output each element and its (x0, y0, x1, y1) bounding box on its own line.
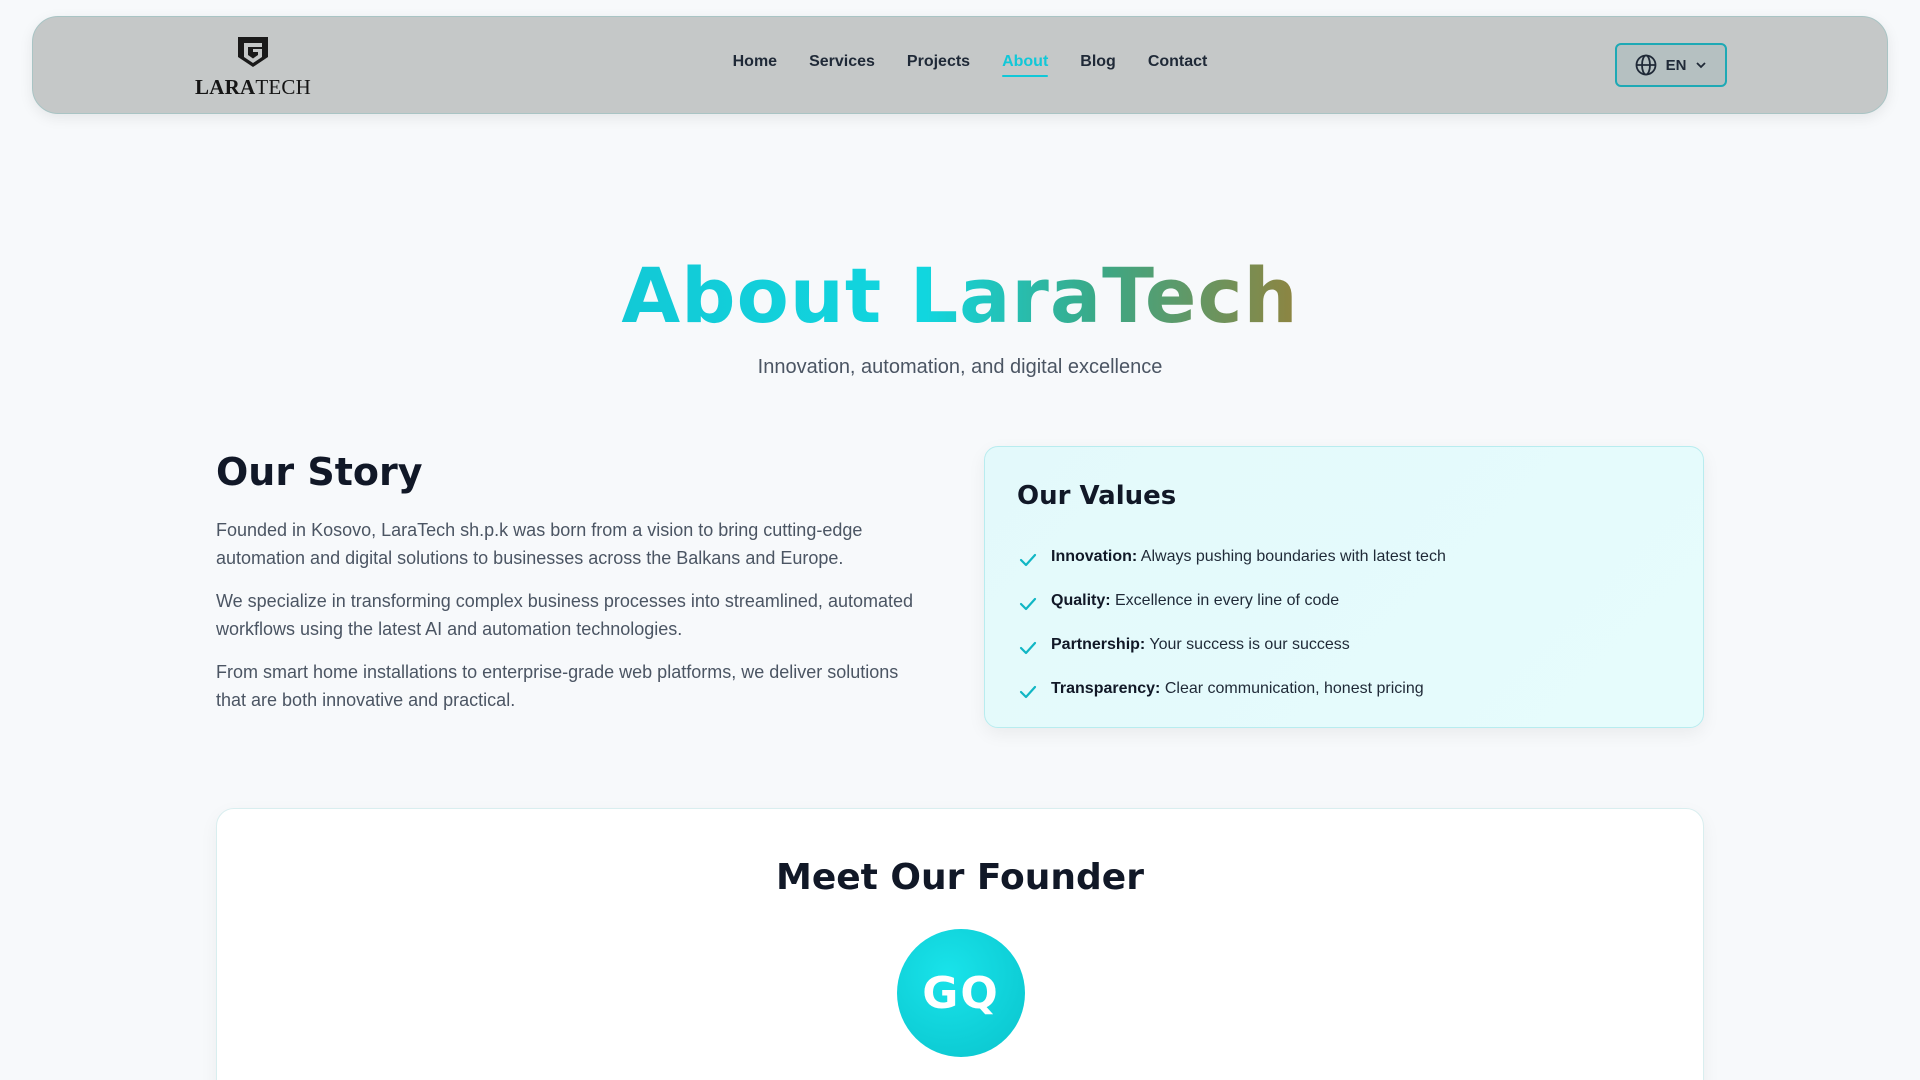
chevron-down-icon (1696, 62, 1707, 69)
nav-link-services[interactable]: Services (809, 53, 875, 77)
value-description: Excellence in every line of code (1110, 592, 1340, 609)
value-description: Clear communication, honest pricing (1160, 680, 1424, 697)
value-description: Always pushing boundaries with latest te… (1137, 548, 1446, 565)
value-name: Innovation: (1051, 548, 1138, 565)
value-name: Quality: (1051, 592, 1111, 609)
language-label: EN (1665, 56, 1687, 74)
value-name: Transparency: (1051, 680, 1161, 697)
value-item-innovation: Innovation: Always pushing boundaries wi… (1017, 535, 1671, 579)
main-nav: Home Services Projects About Blog Contac… (33, 53, 1887, 77)
value-text: Quality: Excellence in every line of cod… (1051, 592, 1339, 610)
founder-avatar: GQ (897, 929, 1025, 1057)
nav-link-blog[interactable]: Blog (1080, 53, 1116, 77)
check-icon (1019, 553, 1037, 567)
value-text: Partnership: Your success is our success (1051, 636, 1350, 654)
brand-name-part2: TECH (255, 75, 311, 99)
founder-section: Meet Our Founder GQ (216, 808, 1704, 1080)
page-title-text: About LaraTech (621, 251, 1299, 340)
value-description: Your success is our success (1145, 636, 1350, 653)
our-story-section: Our Story Founded in Kosovo, LaraTech sh… (216, 450, 916, 729)
brand-wordmark: LARATECH (193, 75, 313, 100)
nav-link-home[interactable]: Home (733, 53, 777, 77)
page-title: About LaraTech (0, 254, 1920, 338)
our-values-card: Our Values Innovation: Always pushing bo… (984, 446, 1704, 728)
value-item-quality: Quality: Excellence in every line of cod… (1017, 579, 1671, 623)
globe-icon (1635, 54, 1656, 76)
story-paragraph: Founded in Kosovo, LaraTech sh.p.k was b… (216, 520, 863, 568)
check-icon (1019, 597, 1037, 611)
value-text: Transparency: Clear communication, hones… (1051, 680, 1424, 698)
value-item-transparency: Transparency: Clear communication, hones… (1017, 667, 1671, 711)
nav-link-projects[interactable]: Projects (907, 53, 970, 77)
value-text: Innovation: Always pushing boundaries wi… (1051, 548, 1446, 566)
our-values-heading: Our Values (1017, 481, 1177, 511)
founder-initials: GQ (922, 967, 1000, 1019)
value-item-partnership: Partnership: Your success is our success (1017, 623, 1671, 667)
navbar: LARATECH Home Services Projects About Bl… (32, 16, 1888, 114)
story-paragraph: From smart home installations to enterpr… (216, 662, 899, 710)
story-paragraph: We specialize in transforming complex bu… (216, 591, 913, 639)
nav-link-contact[interactable]: Contact (1148, 53, 1208, 77)
language-selector-button[interactable]: EN (1615, 43, 1727, 87)
value-name: Partnership: (1051, 636, 1146, 653)
brand-name-part1: LARA (195, 75, 256, 99)
check-icon (1019, 685, 1037, 699)
check-icon (1019, 641, 1037, 655)
page-subtitle: Innovation, automation, and digital exce… (757, 356, 1163, 378)
founder-heading: Meet Our Founder (776, 857, 1144, 898)
nav-link-about[interactable]: About (1002, 53, 1049, 77)
our-story-heading: Our Story (216, 450, 423, 494)
